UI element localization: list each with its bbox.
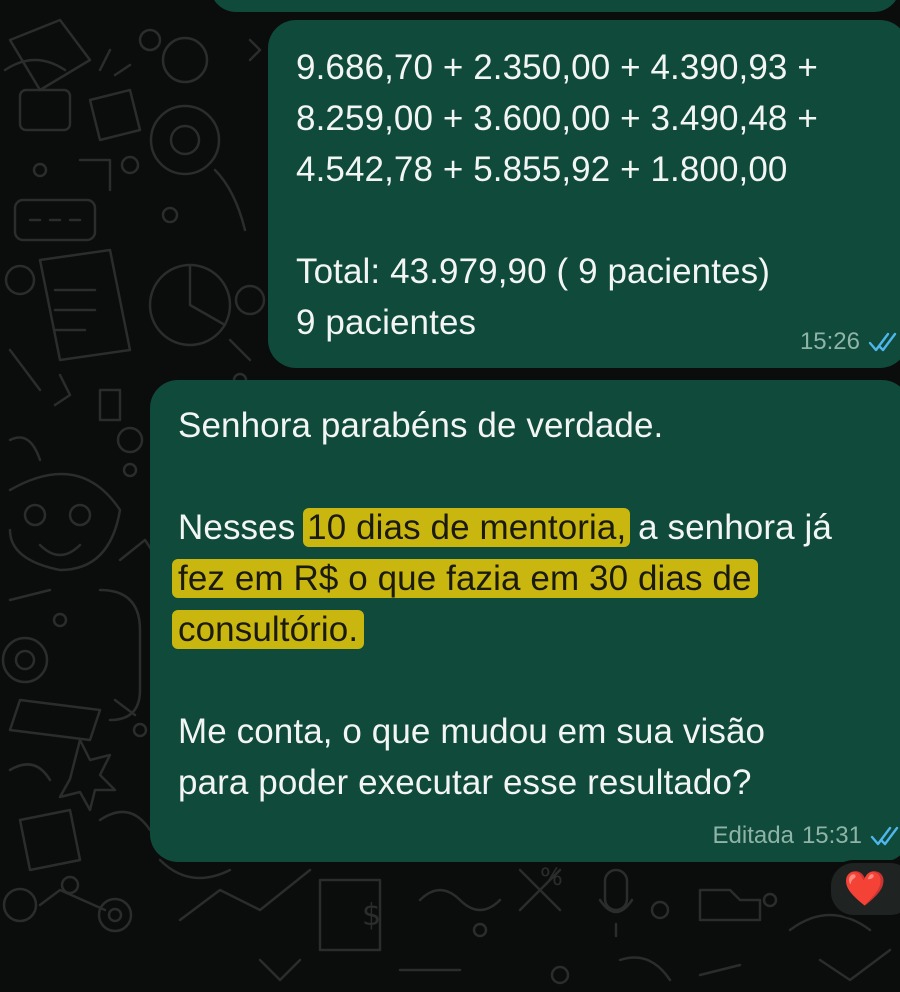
message-line: 8.259,00 + 3.600,00 + 3.490,48 + [296, 99, 818, 138]
message-line: Senhora parabéns de verdade. [178, 406, 664, 445]
edited-label: Editada [712, 822, 794, 849]
message-line-highlighted: fez em R$ o que fazia em 30 dias de [172, 553, 900, 604]
message-meta: Editada 15:31 [713, 822, 900, 850]
message-meta: 15:26 [800, 328, 900, 356]
message-bubble-totals[interactable]: 9.686,70 + 2.350,00 + 4.390,93 + 8.259,0… [268, 20, 900, 368]
message-time: 15:31 [801, 822, 862, 849]
double-check-read-icon [868, 332, 897, 352]
message-bubble-congrats[interactable]: Senhora parabéns de verdade. Nesses 10 d… [150, 380, 900, 862]
message-line: Me conta, o que mudou em sua visão [178, 712, 766, 751]
message-time: 15:26 [799, 328, 860, 355]
svg-text:$: $ [362, 898, 381, 933]
heart-reaction-icon: ❤️ [843, 870, 887, 908]
highlighted-text: 10 dias de mentoria, [303, 508, 631, 547]
double-check-read-icon [870, 826, 899, 846]
message-line: para poder executar esse resultado? [178, 763, 752, 802]
svg-text:%: % [540, 863, 563, 891]
reaction-badge[interactable]: ❤️ [828, 860, 900, 918]
message-text: Nesses [178, 508, 306, 547]
message-line-highlighted: consultório. [172, 604, 900, 655]
message-line: 4.542,78 + 5.855,92 + 1.800,00 [296, 150, 788, 189]
previous-message-bubble[interactable] [210, 0, 900, 12]
chat-screen: $ % 9.686,70 + 2.350,00 + 4.390,93 + 8.2… [0, 0, 900, 992]
message-line: 9.686,70 + 2.350,00 + 4.390,93 + [296, 48, 818, 87]
highlighted-text: consultório. [172, 610, 365, 649]
highlighted-text: fez em R$ o que fazia em 30 dias de [172, 559, 758, 598]
message-line-highlighted: Nesses 10 dias de mentoria, a senhora já [178, 502, 900, 553]
message-line-total: Total: 43.979,90 ( 9 pacientes) [296, 252, 770, 291]
message-text: a senhora já [628, 508, 832, 547]
